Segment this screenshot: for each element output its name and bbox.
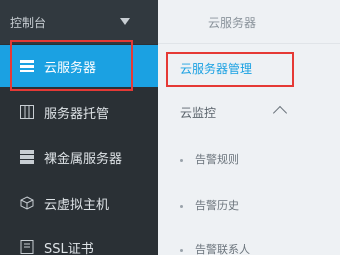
subnav-title: 云服务器	[208, 16, 257, 30]
console-label: 控制台	[10, 16, 47, 30]
bare-metal-icon	[20, 150, 34, 164]
highlight-box	[10, 40, 133, 91]
sidebar: 控制台 云服务器 服务器托管 裸金属服务器 云虚拟主机 SSL证书	[0, 0, 158, 257]
sidebar-item-hosting[interactable]: 服务器托管	[0, 91, 158, 133]
bullet-icon	[180, 204, 183, 208]
bullet-icon	[180, 248, 183, 252]
subnav-item-label: 告警联系人	[195, 243, 250, 256]
server-rack-icon	[20, 105, 34, 119]
bullet-icon	[180, 158, 183, 162]
sidebar-item-label: 服务器托管	[44, 107, 110, 122]
subnav-group-monitor[interactable]: 云监控	[180, 104, 216, 121]
subnav-item[interactable]: 告警规则	[180, 151, 239, 167]
sidebar-item-label: 云虚拟主机	[44, 198, 110, 213]
subnav-panel: 云服务器 云服务器管理 云监控 告警规则 告警历史 告警联系人	[158, 0, 340, 256]
subnav-item-label: 告警规则	[195, 153, 239, 166]
sidebar-item-bare-metal[interactable]: 裸金属服务器	[0, 136, 158, 178]
subnav-header: 云服务器	[158, 0, 340, 44]
certificate-icon	[20, 240, 34, 254]
caret-down-icon	[120, 18, 130, 25]
chevron-up-icon[interactable]	[272, 105, 288, 121]
sidebar-item-ssl[interactable]: SSL证书	[0, 226, 158, 268]
cube-icon	[20, 196, 34, 210]
sidebar-item-label: SSL证书	[44, 242, 94, 257]
highlight-box	[166, 52, 294, 87]
subnav-item-label: 告警历史	[195, 199, 239, 212]
subnav-item[interactable]: 告警历史	[180, 197, 239, 213]
sidebar-item-virtual-host[interactable]: 云虚拟主机	[0, 182, 158, 224]
sidebar-item-label: 裸金属服务器	[44, 152, 123, 167]
console-dropdown[interactable]: 控制台	[0, 0, 158, 44]
